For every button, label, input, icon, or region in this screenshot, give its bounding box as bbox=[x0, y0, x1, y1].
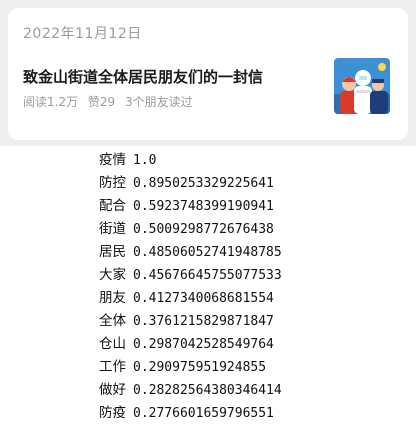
keyword-row: 疫情 1.0 bbox=[99, 149, 399, 172]
keyword-term: 工作 bbox=[99, 359, 126, 375]
keyword-row: 仓山 0.2987042528549764 bbox=[99, 333, 399, 356]
keyword-row: 全体 0.3761215829871847 bbox=[99, 310, 399, 333]
keyword-score-list: 疫情 1.0 防控 0.8950253329225641 配合 0.59237483991… bbox=[99, 149, 399, 425]
keyword-score: 0.28282564380346414 bbox=[133, 383, 282, 398]
keyword-term: 做好 bbox=[99, 382, 126, 398]
keyword-score: 0.4127340068681554 bbox=[133, 291, 274, 306]
keyword-term: 居民 bbox=[99, 244, 126, 260]
friends-read: 3个朋友读过 bbox=[125, 95, 193, 109]
read-count: 阅读1.2万 bbox=[23, 95, 79, 109]
keyword-row: 配合 0.5923748399190941 bbox=[99, 195, 399, 218]
article-card[interactable]: 2022年11月12日 致金山街道全体居民朋友们的一封信 阅读1.2万 赞29 … bbox=[8, 8, 408, 140]
keyword-row: 大家 0.45676645755077533 bbox=[99, 264, 399, 287]
keyword-term: 防疫 bbox=[99, 405, 126, 421]
keyword-score: 0.48506052741948785 bbox=[133, 245, 282, 260]
keyword-score: 0.2776601659796551 bbox=[133, 406, 274, 421]
keyword-score: 0.5009298772676438 bbox=[133, 222, 274, 237]
keyword-score: 0.2987042528549764 bbox=[133, 337, 274, 352]
keyword-row: 工作 0.290975951924855 bbox=[99, 356, 399, 379]
keyword-term: 全体 bbox=[99, 313, 126, 329]
keyword-term: 仓山 bbox=[99, 336, 126, 352]
keyword-row: 街道 0.5009298772676438 bbox=[99, 218, 399, 241]
keyword-row: 防控 0.8950253329225641 bbox=[99, 172, 399, 195]
keyword-term: 朋友 bbox=[99, 290, 126, 306]
article-preview-area: 2022年11月12日 致金山街道全体居民朋友们的一封信 阅读1.2万 赞29 … bbox=[0, 0, 416, 146]
keyword-score: 0.45676645755077533 bbox=[133, 268, 282, 283]
article-title[interactable]: 致金山街道全体居民朋友们的一封信 bbox=[23, 66, 263, 87]
keyword-score: 0.5923748399190941 bbox=[133, 199, 274, 214]
keyword-score: 1.0 bbox=[133, 153, 157, 168]
keyword-row: 做好 0.28282564380346414 bbox=[99, 379, 399, 402]
keyword-score: 0.3761215829871847 bbox=[133, 314, 274, 329]
keyword-row: 居民 0.48506052741948785 bbox=[99, 241, 399, 264]
keyword-term: 大家 bbox=[99, 267, 126, 283]
keyword-score: 0.8950253329225641 bbox=[133, 176, 274, 191]
article-thumbnail[interactable] bbox=[334, 58, 390, 114]
keyword-term: 防控 bbox=[99, 175, 126, 191]
article-stats: 阅读1.2万 赞29 3个朋友读过 bbox=[23, 93, 199, 110]
keyword-term: 配合 bbox=[99, 198, 126, 214]
keyword-row: 防疫 0.2776601659796551 bbox=[99, 402, 399, 425]
article-date: 2022年11月12日 bbox=[23, 26, 142, 42]
keyword-score: 0.290975951924855 bbox=[133, 360, 267, 375]
keyword-term: 疫情 bbox=[99, 152, 126, 168]
keyword-row: 朋友 0.4127340068681554 bbox=[99, 287, 399, 310]
like-count: 赞29 bbox=[87, 95, 116, 109]
keyword-term: 街道 bbox=[99, 221, 126, 237]
epidemic-workers-illustration bbox=[334, 58, 390, 114]
